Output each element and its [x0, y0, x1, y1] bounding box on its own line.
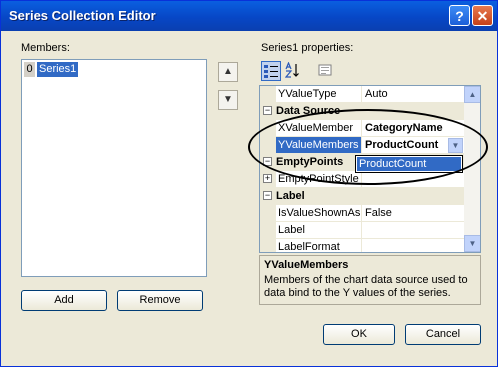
close-button[interactable]: ✕ — [472, 5, 493, 26]
collapse-icon[interactable]: − — [263, 106, 272, 115]
row-gutter — [260, 205, 276, 222]
annotation-ellipse — [248, 109, 488, 185]
scroll-up-button[interactable]: ▲ — [464, 86, 480, 103]
window-title: Series Collection Editor — [9, 8, 156, 23]
expand-icon[interactable]: + — [263, 174, 272, 183]
chevron-down-icon: ▼ — [468, 239, 477, 248]
property-pages-icon — [318, 64, 332, 76]
property-value[interactable] — [363, 222, 465, 238]
property-value[interactable]: Auto — [363, 86, 465, 102]
property-pages-button[interactable] — [315, 61, 335, 81]
category-row[interactable]: − Label — [260, 188, 464, 205]
vertical-scrollbar[interactable]: ▲ ▼ — [464, 86, 480, 252]
property-value[interactable]: False — [363, 205, 465, 221]
property-row[interactable]: Label — [260, 222, 464, 239]
list-item-index: 0 — [24, 62, 35, 77]
list-item-name[interactable]: Series1 — [37, 62, 79, 77]
help-button[interactable]: ? — [449, 5, 470, 26]
members-list[interactable]: 0 Series1 — [21, 59, 207, 277]
add-button[interactable]: Add — [21, 290, 107, 311]
arrow-up-icon: ▲ — [223, 66, 233, 77]
row-gutter — [260, 86, 276, 103]
property-grid-toolbar — [259, 59, 481, 83]
scroll-down-button[interactable]: ▼ — [464, 235, 480, 252]
cancel-button[interactable]: Cancel — [405, 324, 481, 345]
title-bar[interactable]: Series Collection Editor ? ✕ — [1, 1, 497, 31]
members-label: Members: — [21, 42, 70, 54]
alphabetical-view-button[interactable] — [283, 61, 303, 81]
remove-button[interactable]: Remove — [117, 290, 203, 311]
row-gutter — [260, 222, 276, 239]
move-up-button[interactable]: ▲ — [218, 62, 238, 82]
ok-button[interactable]: OK — [323, 324, 395, 345]
property-name: Label — [276, 222, 362, 238]
list-item[interactable]: 0 Series1 — [24, 62, 204, 77]
property-row[interactable]: YValueType Auto — [260, 86, 464, 103]
description-pane: YValueMembers Members of the chart data … — [259, 255, 481, 305]
property-row[interactable]: IsValueShownAsL False — [260, 205, 464, 222]
category-name: Label — [276, 190, 305, 202]
categorized-view-button[interactable] — [261, 61, 281, 81]
row-gutter — [260, 239, 276, 252]
collapse-icon[interactable]: − — [263, 191, 272, 200]
series-collection-editor-window: Series Collection Editor ? ✕ Members: 0 … — [0, 0, 498, 367]
property-name: IsValueShownAsL — [278, 205, 362, 221]
row-gutter: + — [260, 171, 276, 188]
property-name: LabelFormat — [276, 239, 362, 252]
description-title: YValueMembers — [264, 259, 349, 271]
property-row[interactable]: LabelFormat — [260, 239, 465, 252]
properties-label: Series1 properties: — [261, 42, 354, 54]
move-down-button[interactable]: ▼ — [218, 90, 238, 110]
property-name: YValueType — [276, 86, 362, 102]
description-text: Members of the chart data source used to… — [264, 274, 468, 299]
alphabetical-sort-icon — [284, 61, 299, 78]
categorized-icon — [264, 65, 278, 78]
arrow-down-icon: ▼ — [223, 94, 233, 105]
chevron-up-icon: ▲ — [468, 90, 477, 99]
property-value[interactable] — [363, 239, 465, 252]
